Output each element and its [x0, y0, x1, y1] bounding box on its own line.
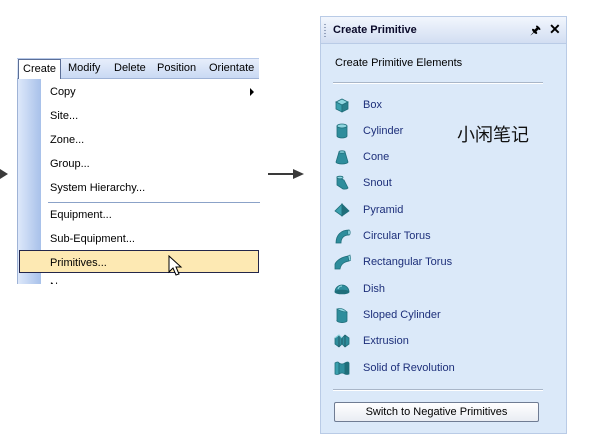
primitive-label: Pyramid: [363, 204, 404, 216]
menu-item-copy[interactable]: Copy: [50, 80, 76, 104]
cylinder-icon: [336, 123, 348, 139]
menu-position[interactable]: Position: [153, 59, 200, 78]
primitive-label: Cylinder: [363, 125, 404, 137]
box-icon: [335, 98, 349, 113]
primitive-label: Dish: [363, 283, 386, 295]
sloped-cylinder-icon: [336, 308, 348, 323]
panel-title-bar[interactable]: Create Primitive 🖈︎ ✕: [321, 17, 566, 44]
primitive-label: Snout: [363, 177, 392, 189]
panel-separator: [333, 82, 543, 84]
primitive-label: Solid of Revolution: [363, 362, 455, 374]
snout-icon: [336, 175, 349, 190]
menu-item-zone[interactable]: Zone...: [50, 128, 84, 152]
menu-delete[interactable]: Delete: [110, 59, 150, 78]
menu-item-system-hierarchy[interactable]: System Hierarchy...: [50, 176, 145, 200]
mouse-pointer-icon: [168, 255, 183, 276]
menu-item-next[interactable]: N...: [50, 275, 67, 284]
drag-grip-icon[interactable]: [324, 23, 326, 37]
menu-bar: Create Modify Delete Position Orientate: [17, 58, 259, 80]
watermark-text: 小闲笔记: [457, 125, 529, 146]
primitive-label: Rectangular Torus: [363, 256, 453, 268]
close-icon[interactable]: ✕: [549, 22, 561, 37]
submenu-arrow-icon: [250, 88, 254, 96]
pin-icon[interactable]: 🖈︎: [530, 23, 541, 37]
create-dropdown-menu: Copy Site... Zone... Group... System Hie…: [17, 79, 260, 284]
primitive-label: Circular Torus: [363, 230, 431, 242]
panel-title: Create Primitive: [333, 24, 417, 36]
panel-separator: [333, 389, 543, 391]
switch-negative-primitives-button[interactable]: Switch to Negative Primitives: [334, 402, 539, 422]
menu-orientate[interactable]: Orientate: [205, 59, 258, 78]
menu-create[interactable]: Create: [18, 59, 62, 80]
primitive-label: Box: [363, 99, 382, 111]
primitive-label: Sloped Cylinder: [363, 309, 441, 321]
arrow-right-icon: [0, 169, 8, 179]
pyramid-icon: [334, 203, 350, 217]
menu-modify[interactable]: Modify: [64, 59, 104, 78]
menu-item-equipment[interactable]: Equipment...: [50, 203, 112, 227]
primitive-label: Extrusion: [363, 335, 409, 347]
panel-subheading: Create Primitive Elements: [335, 57, 463, 69]
create-primitive-panel: Create Primitive 🖈︎ ✕ Create Primitive E…: [320, 16, 567, 434]
cone-icon: [335, 150, 349, 165]
extrusion-icon: [334, 334, 350, 348]
menu-item-primitives[interactable]: Primitives...: [50, 251, 107, 275]
rectangular-torus-icon: [334, 254, 351, 270]
circular-torus-icon: [335, 229, 351, 244]
menu-item-site[interactable]: Site...: [50, 104, 78, 128]
menu-item-group[interactable]: Group...: [50, 152, 90, 176]
solid-of-revolution-icon: [334, 361, 350, 375]
dish-icon: [334, 284, 350, 295]
menu-item-sub-equipment[interactable]: Sub-Equipment...: [50, 227, 135, 251]
arrow-right-icon: [268, 169, 304, 179]
primitive-label: Cone: [363, 151, 390, 163]
